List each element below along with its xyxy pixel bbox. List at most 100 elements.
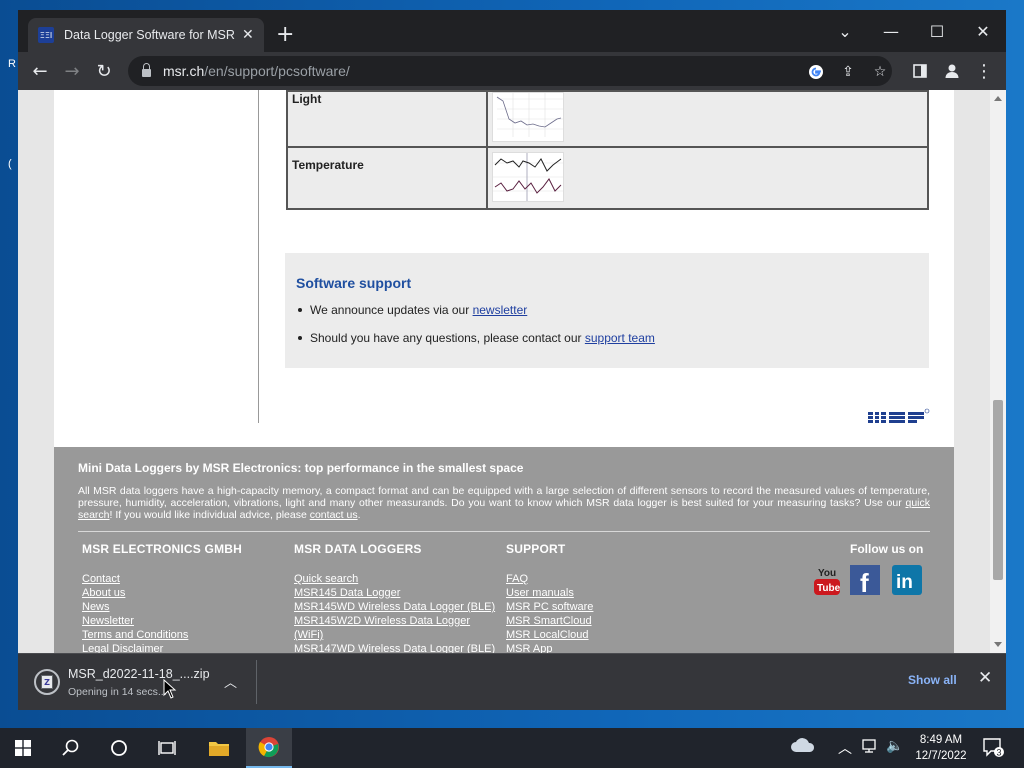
tab-close-icon[interactable]: ✕ bbox=[242, 27, 254, 43]
bookmark-star-icon[interactable]: ☆ bbox=[870, 62, 890, 82]
msr-favicon-icon: ΞΞΙ bbox=[38, 27, 54, 43]
scroll-down-icon[interactable] bbox=[994, 642, 1002, 647]
browser-toolbar: ← → ↻ msr.ch/en/support/pcsoftware/ ⇪ ☆ … bbox=[18, 52, 1006, 90]
footer-link-quick-search[interactable]: Quick search bbox=[294, 572, 495, 586]
desktop-icon-fragment[interactable]: R bbox=[8, 58, 16, 70]
footer-link-newsletter[interactable]: Newsletter bbox=[82, 614, 242, 628]
notification-count: 3 bbox=[997, 748, 1002, 758]
footer-link-pc-software[interactable]: MSR PC software bbox=[506, 600, 593, 614]
table-row: Temperature bbox=[286, 146, 929, 210]
sensor-graph-cell bbox=[486, 90, 929, 148]
facebook-icon[interactable]: f bbox=[850, 565, 880, 598]
follow-us-label: Follow us on bbox=[850, 542, 924, 556]
onedrive-cloud-icon[interactable] bbox=[790, 736, 816, 758]
footer-link-msr145[interactable]: MSR145 Data Logger bbox=[294, 586, 495, 600]
system-clock[interactable]: 8:49 AM 12/7/2022 bbox=[910, 732, 972, 764]
clock-time: 8:49 AM bbox=[919, 734, 963, 746]
profile-avatar-icon[interactable] bbox=[940, 59, 964, 83]
temperature-graph-thumbnail[interactable] bbox=[492, 152, 564, 202]
footer-link-legal[interactable]: Legal Disclaimer bbox=[82, 642, 242, 653]
browser-menu-icon[interactable]: ⋮ bbox=[972, 59, 996, 83]
share-icon[interactable]: ⇪ bbox=[838, 62, 858, 82]
task-view-icon[interactable] bbox=[144, 728, 190, 768]
youtube-icon[interactable]: You Tube bbox=[812, 565, 842, 595]
light-graph-thumbnail[interactable] bbox=[492, 92, 564, 142]
footer-column-loggers: MSR DATA LOGGERS Quick search MSR145 Dat… bbox=[294, 542, 495, 653]
search-icon[interactable] bbox=[48, 728, 94, 768]
footer-link-msr145wd[interactable]: MSR145WD Wireless Data Logger (BLE) bbox=[294, 600, 495, 614]
notification-center-icon[interactable]: 3 bbox=[982, 736, 1004, 762]
download-info: MSR_d2022-11-18_....zip Opening in 14 se… bbox=[68, 667, 210, 698]
desktop-icon-fragment[interactable]: ( bbox=[8, 158, 12, 170]
intro-text: All MSR data loggers have a high-capacit… bbox=[78, 485, 930, 509]
intro-text: ! If you would like individual advice, p… bbox=[109, 509, 310, 521]
new-tab-button[interactable]: + bbox=[276, 24, 294, 46]
footer-link-terms[interactable]: Terms and Conditions bbox=[82, 628, 242, 642]
newsletter-link[interactable]: newsletter bbox=[473, 303, 528, 317]
linkedin-icon[interactable]: in bbox=[892, 565, 922, 595]
contact-us-link[interactable]: contact us bbox=[310, 509, 358, 521]
intro-text: . bbox=[357, 509, 361, 521]
footer-link-news[interactable]: News bbox=[82, 600, 242, 614]
download-item[interactable]: Z MSR_d2022-11-18_....zip Opening in 14 … bbox=[24, 658, 254, 706]
windows-taskbar: ︿ 🔈 8:49 AM 12/7/2022 3 bbox=[0, 728, 1024, 768]
footer-link-contact[interactable]: Contact bbox=[82, 572, 242, 586]
support-list: We announce updates via our newsletter S… bbox=[296, 303, 918, 345]
file-explorer-icon[interactable] bbox=[196, 728, 242, 768]
side-panel-icon[interactable] bbox=[908, 59, 932, 83]
footer-link-msr145w2d-wifi[interactable]: (WiFi) bbox=[294, 628, 495, 642]
minimize-button[interactable]: — bbox=[868, 16, 914, 46]
footer-link-msr145w2d[interactable]: MSR145W2D Wireless Data Logger bbox=[294, 614, 495, 628]
sensor-graph-cell bbox=[486, 146, 929, 210]
page-viewport: Light Temperature Software support We an… bbox=[18, 90, 1006, 653]
footer-link-app[interactable]: MSR App bbox=[506, 642, 593, 653]
close-window-button[interactable]: ✕ bbox=[960, 16, 1006, 46]
footer-column-heading: SUPPORT bbox=[506, 542, 566, 556]
download-divider bbox=[256, 660, 257, 704]
tab-search-button[interactable]: ⌄ bbox=[822, 16, 868, 46]
tab-title: Data Logger Software for MSR Da bbox=[64, 28, 236, 42]
support-team-link[interactable]: support team bbox=[585, 331, 655, 345]
volume-icon[interactable]: 🔈 bbox=[886, 738, 903, 754]
address-bar[interactable]: msr.ch/en/support/pcsoftware/ ⇪ ☆ bbox=[128, 56, 892, 86]
page-scrollbar[interactable] bbox=[990, 90, 1006, 653]
show-all-downloads-button[interactable]: Show all bbox=[908, 673, 957, 687]
footer-link-msr147wd[interactable]: MSR147WD Wireless Data Logger (BLE) bbox=[294, 642, 495, 653]
tab-strip: ΞΞΙ Data Logger Software for MSR Da ✕ + … bbox=[18, 10, 1006, 52]
msr-logo[interactable] bbox=[868, 408, 930, 426]
lock-icon[interactable] bbox=[142, 63, 151, 77]
chevron-up-icon[interactable]: ︿ bbox=[224, 672, 237, 691]
footer-link-localcloud[interactable]: MSR LocalCloud bbox=[506, 628, 593, 642]
software-support-section: Software support We announce updates via… bbox=[285, 253, 929, 368]
cortana-icon[interactable] bbox=[96, 728, 142, 768]
close-download-shelf-icon[interactable]: ✕ bbox=[978, 668, 992, 688]
facebook-icon-text: f bbox=[860, 568, 869, 595]
footer-column-support: SUPPORT FAQ User manuals MSR PC software… bbox=[506, 542, 593, 653]
back-button[interactable]: ← bbox=[28, 59, 52, 83]
footer-link-smartcloud[interactable]: MSR SmartCloud bbox=[506, 614, 593, 628]
url-path: /en/support/pcsoftware/ bbox=[204, 63, 350, 79]
web-page: Light Temperature Software support We an… bbox=[54, 90, 954, 653]
url-domain: msr.ch bbox=[163, 63, 205, 79]
google-lens-icon[interactable] bbox=[806, 62, 826, 82]
show-hidden-icons-chevron-icon[interactable]: ︿ bbox=[838, 738, 852, 758]
chrome-taskbar-icon[interactable] bbox=[246, 728, 292, 768]
reload-button[interactable]: ↻ bbox=[92, 59, 116, 83]
forward-button[interactable]: → bbox=[60, 59, 84, 83]
footer-link-about[interactable]: About us bbox=[82, 586, 242, 600]
footer-link-faq[interactable]: FAQ bbox=[506, 572, 593, 586]
browser-tab[interactable]: ΞΞΙ Data Logger Software for MSR Da ✕ bbox=[28, 18, 264, 52]
left-column-divider bbox=[258, 90, 259, 423]
scroll-up-icon[interactable] bbox=[994, 96, 1002, 101]
maximize-button[interactable]: ☐ bbox=[914, 16, 960, 46]
list-item: Should you have any questions, please co… bbox=[296, 331, 918, 345]
list-item-text: We announce updates via our bbox=[310, 303, 473, 317]
start-button[interactable] bbox=[0, 728, 46, 768]
network-icon[interactable] bbox=[862, 738, 878, 758]
scrollbar-thumb[interactable] bbox=[993, 400, 1003, 580]
clock-date: 12/7/2022 bbox=[915, 750, 967, 762]
download-filename: MSR_d2022-11-18_....zip bbox=[68, 666, 210, 681]
footer-link-manuals[interactable]: User manuals bbox=[506, 586, 593, 600]
list-item-text: Should you have any questions, please co… bbox=[310, 331, 585, 345]
url-text: msr.ch/en/support/pcsoftware/ bbox=[163, 63, 350, 79]
